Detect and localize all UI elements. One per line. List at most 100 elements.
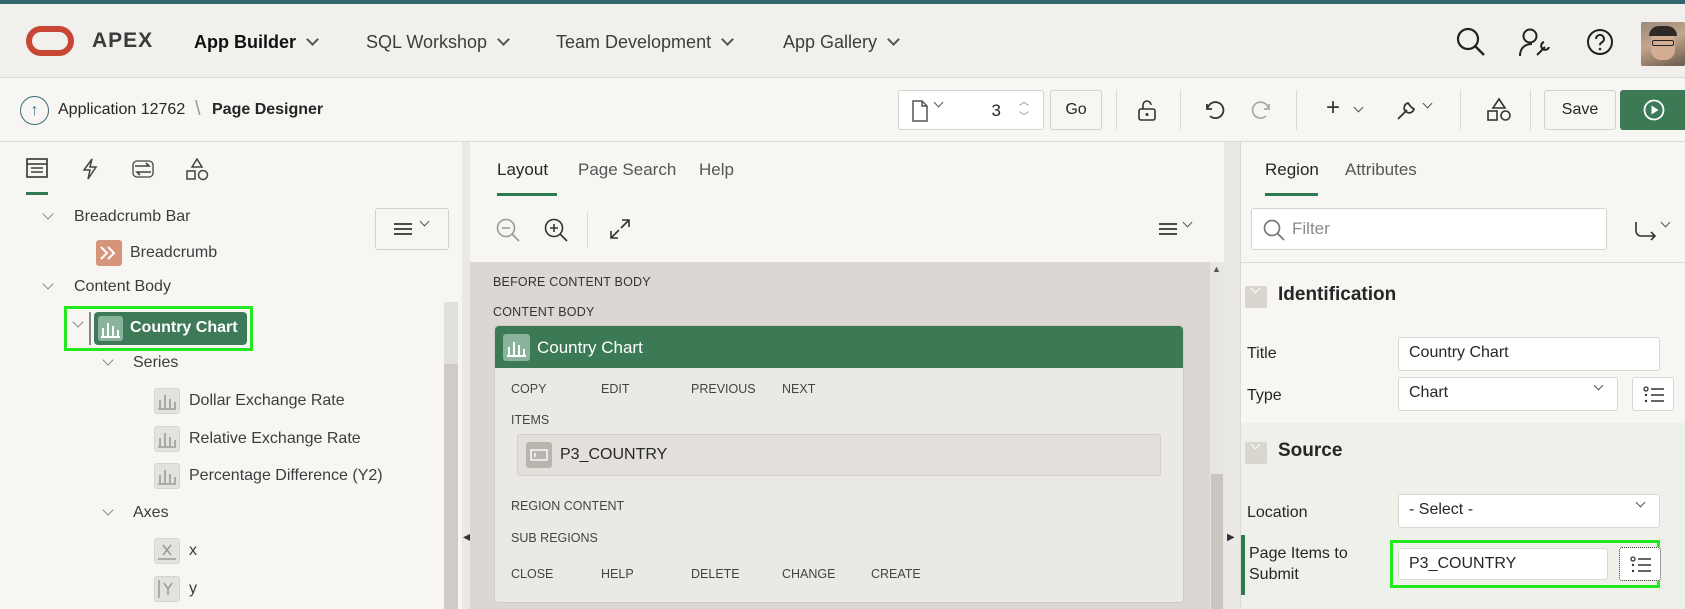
region-change-drop[interactable]: CHANGE <box>782 567 835 581</box>
redo-icon[interactable] <box>1250 98 1274 122</box>
chevron-down-icon[interactable] <box>1422 98 1433 109</box>
tab-layout[interactable]: Layout <box>497 160 548 180</box>
collapse-chevron-icon[interactable] <box>42 278 54 290</box>
scrollbar-thumb[interactable] <box>444 364 458 609</box>
tab-region[interactable]: Region <box>1265 160 1319 180</box>
region-delete-drop[interactable]: DELETE <box>691 567 740 581</box>
section-source[interactable]: Source <box>1241 424 1685 480</box>
processing-cycle-icon[interactable] <box>131 158 155 180</box>
region-previous-drop[interactable]: PREVIOUS <box>691 382 756 396</box>
nav-app-gallery[interactable]: App Gallery <box>783 32 900 53</box>
collapse-right-arrow-icon[interactable]: ▶ <box>1227 532 1235 543</box>
page-item-p3-country[interactable]: P3_COUNTRY <box>517 434 1161 476</box>
layout-menu-icon[interactable] <box>1158 222 1178 238</box>
tree-axis-item[interactable]: y <box>189 580 197 598</box>
user-settings-icon[interactable] <box>1518 26 1552 58</box>
type-list-button[interactable] <box>1632 377 1674 411</box>
collapse-chevron-icon[interactable] <box>102 354 114 366</box>
region-header[interactable]: Country Chart <box>495 326 1183 368</box>
tree-axis-item[interactable]: x <box>189 542 197 560</box>
tab-help[interactable]: Help <box>699 160 734 180</box>
chevron-down-icon <box>1593 380 1604 391</box>
tree-breadcrumb-bar[interactable]: Breadcrumb Bar <box>74 208 191 226</box>
tree-breadcrumb[interactable]: Breadcrumb <box>130 244 217 262</box>
location-select[interactable]: - Select - <box>1398 494 1660 528</box>
chevron-down-icon <box>419 216 430 227</box>
user-avatar[interactable] <box>1641 22 1685 66</box>
run-button[interactable] <box>1620 90 1685 130</box>
toolbar-divider <box>1530 90 1531 130</box>
title-field[interactable]: Country Chart <box>1398 337 1660 371</box>
page-selector[interactable]: 3 ︿ ﹀ <box>898 90 1044 130</box>
collapse-chevron-icon[interactable] <box>102 504 114 516</box>
go-up-button[interactable]: ↑ <box>20 96 49 125</box>
scrollbar-thumb[interactable] <box>1211 474 1223 609</box>
tree-country-chart-selected[interactable]: Country Chart <box>94 312 247 345</box>
region-next-drop[interactable]: NEXT <box>782 382 815 396</box>
tree-series[interactable]: Series <box>133 354 178 372</box>
chevron-down-icon[interactable] <box>1660 217 1671 228</box>
save-button[interactable]: Save <box>1544 90 1616 130</box>
right-splitter[interactable]: ▶ <box>1224 142 1240 609</box>
lock-icon[interactable] <box>1135 98 1159 122</box>
page-number-stepper[interactable]: ︿ ﹀ <box>1019 95 1029 125</box>
region-create-drop[interactable]: CREATE <box>871 567 921 581</box>
zoom-in-icon[interactable] <box>543 217 569 243</box>
items-position-label: ITEMS <box>511 413 550 427</box>
search-icon[interactable] <box>1455 26 1487 58</box>
tree-content-body[interactable]: Content Body <box>74 278 171 296</box>
tree-series-item[interactable]: Relative Exchange Rate <box>189 430 361 448</box>
create-menu-button[interactable]: + <box>1326 94 1364 122</box>
region-copy-drop[interactable]: COPY <box>511 382 546 396</box>
collapse-chevron-icon[interactable] <box>42 208 54 220</box>
page-number-input[interactable]: 3 <box>961 101 1001 121</box>
chevron-down-icon[interactable] <box>933 97 944 108</box>
go-button[interactable]: Go <box>1050 90 1102 130</box>
undo-icon[interactable] <box>1202 98 1226 122</box>
region-card-country-chart[interactable]: Country Chart COPY EDIT PREVIOUS NEXT IT… <box>494 325 1184 603</box>
dynamic-actions-lightning-icon[interactable] <box>81 158 99 180</box>
region-help-drop[interactable]: HELP <box>601 567 634 581</box>
shared-components-tab-icon[interactable] <box>185 158 209 182</box>
scroll-up-arrow-icon[interactable]: ▲ <box>1212 264 1221 274</box>
breadcrumb-application[interactable]: Application 12762 <box>58 101 185 119</box>
tree-axes[interactable]: Axes <box>133 504 169 522</box>
filter-input[interactable] <box>1292 219 1592 239</box>
list-icon <box>1643 386 1664 403</box>
oracle-logo-icon[interactable] <box>26 26 74 56</box>
expand-icon[interactable] <box>609 218 631 240</box>
go-to-group-icon[interactable] <box>1634 221 1658 241</box>
chevron-down-icon[interactable] <box>1182 217 1193 228</box>
tab-page-search[interactable]: Page Search <box>578 160 676 180</box>
page-items-list-button[interactable] <box>1619 547 1661 581</box>
collapse-section-button[interactable] <box>1245 439 1267 464</box>
filter-field[interactable] <box>1251 208 1607 250</box>
rendering-tab-icon[interactable] <box>26 158 48 178</box>
section-identification[interactable]: Identification <box>1241 268 1685 324</box>
help-icon[interactable] <box>1586 28 1614 56</box>
region-edit-drop[interactable]: EDIT <box>601 382 629 396</box>
shared-components-icon[interactable] <box>1486 97 1512 123</box>
nav-sql-workshop[interactable]: SQL Workshop <box>366 32 510 53</box>
tree-series-item[interactable]: Percentage Difference (Y2) <box>189 467 383 485</box>
tree-series-item[interactable]: Dollar Exchange Rate <box>189 392 345 410</box>
tree-menu-button[interactable] <box>375 208 449 250</box>
current-property-indicator <box>1241 535 1245 595</box>
breadcrumb-separator: \ <box>195 98 201 120</box>
type-select-value: Chart <box>1409 384 1449 401</box>
type-select[interactable]: Chart <box>1398 377 1618 411</box>
nav-team-development[interactable]: Team Development <box>556 32 734 53</box>
page-items-to-submit-field[interactable]: P3_COUNTRY <box>1398 548 1608 580</box>
brand-name[interactable]: APEX <box>92 29 153 53</box>
region-close-drop[interactable]: CLOSE <box>511 567 553 581</box>
left-splitter[interactable]: ◀ <box>462 142 471 609</box>
tab-attributes[interactable]: Attributes <box>1345 160 1417 180</box>
utilities-wrench-icon[interactable] <box>1394 98 1420 122</box>
nav-app-builder[interactable]: App Builder <box>194 32 319 53</box>
tree-scrollbar[interactable] <box>444 302 458 609</box>
toolbar-divider <box>1180 90 1181 130</box>
collapse-section-button[interactable] <box>1245 283 1267 308</box>
canvas-scrollbar[interactable]: ▲ <box>1210 262 1224 609</box>
zoom-out-icon[interactable] <box>495 217 521 243</box>
chevron-down-icon <box>306 33 319 46</box>
